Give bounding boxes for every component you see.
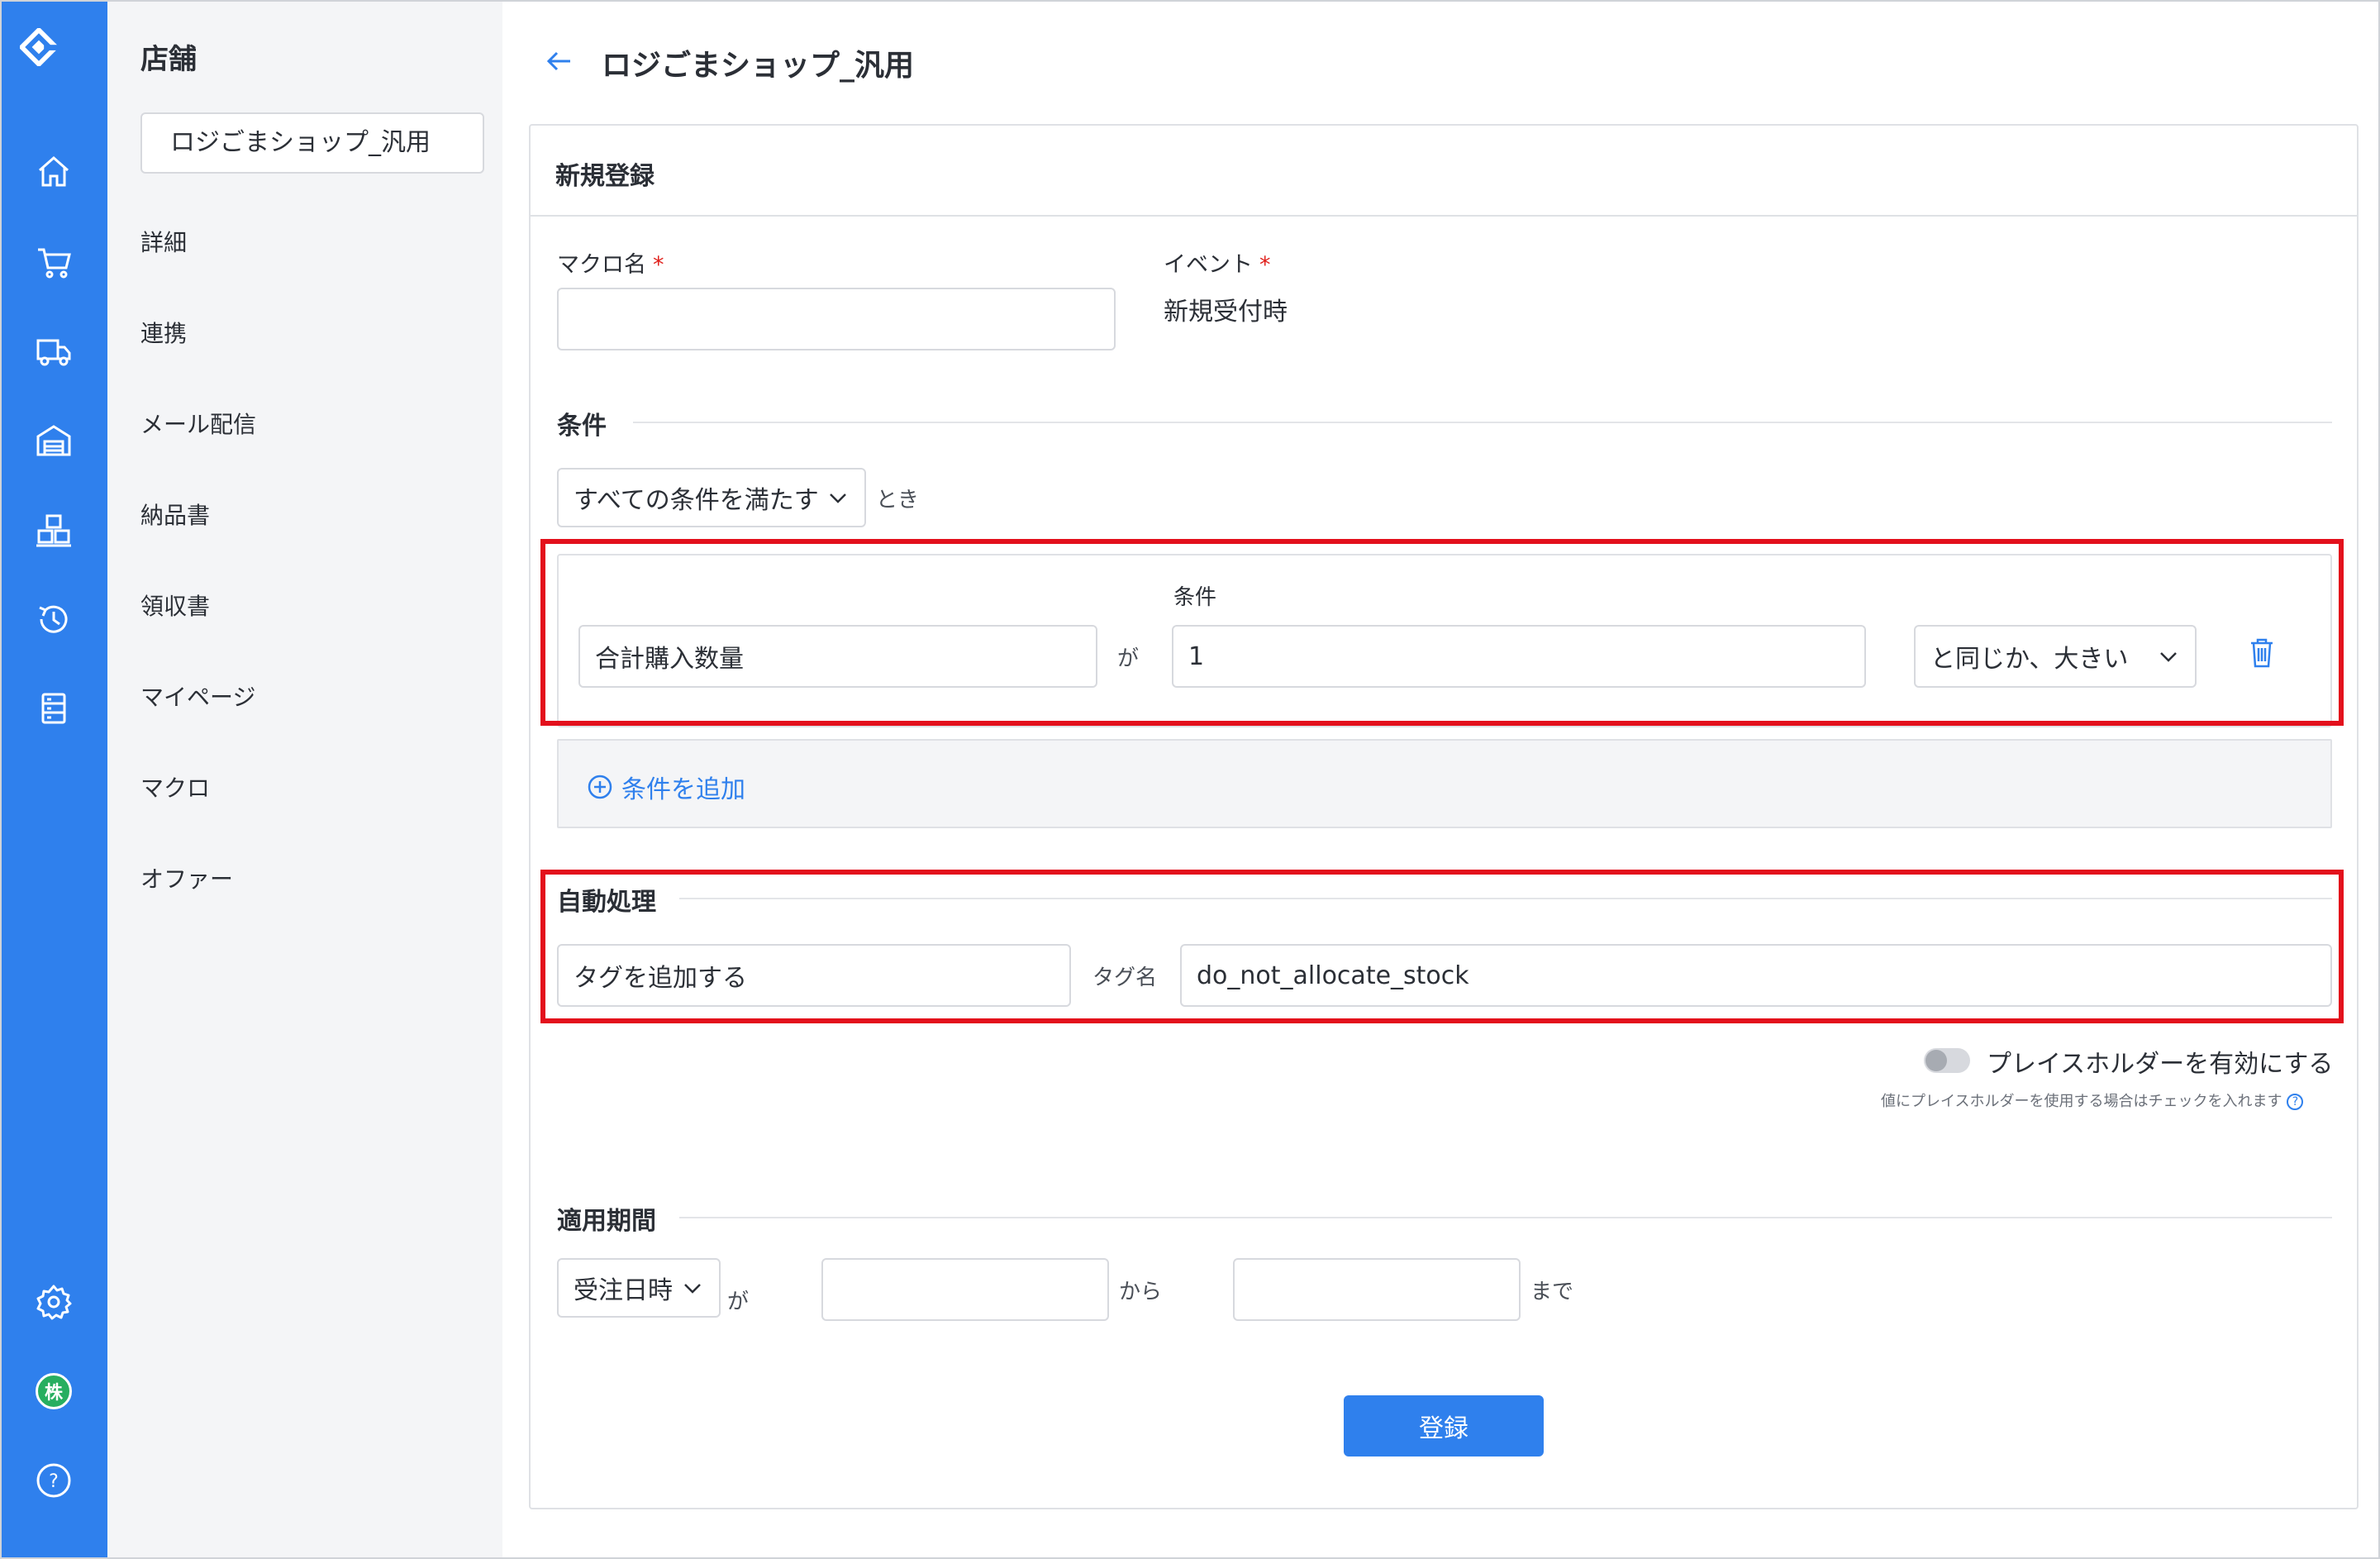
list-icon[interactable] <box>31 686 76 731</box>
svg-text:?: ? <box>49 1471 59 1492</box>
event-label: イベント * <box>1164 252 1271 278</box>
period-basis-select[interactable]: 受注日時 <box>557 1258 721 1318</box>
period-from-input[interactable] <box>821 1258 1109 1321</box>
sidebar-item-receipt[interactable]: 領収書 <box>140 589 210 622</box>
sidebar-item-details[interactable]: 詳細 <box>140 225 187 258</box>
sidebar-item-mypage[interactable]: マイページ <box>140 679 255 713</box>
sidebar-item-delivery-note[interactable]: 納品書 <box>140 498 210 531</box>
event-value: 新規受付時 <box>1164 298 1288 327</box>
divider <box>633 422 2332 423</box>
store-selector[interactable]: ロジごまショップ_汎用 <box>140 112 484 174</box>
plus-circle-icon <box>588 775 612 799</box>
submit-button[interactable]: 登録 <box>1344 1395 1544 1456</box>
truck-icon[interactable] <box>31 329 76 374</box>
toggle-knob <box>1925 1050 1947 1071</box>
required-mark: * <box>1259 252 1271 278</box>
logo-icon[interactable] <box>18 26 88 96</box>
condition-match-select[interactable]: すべての条件を満たす <box>557 468 866 527</box>
page-title: ロジごまショップ_汎用 <box>602 49 915 83</box>
chevron-down-icon <box>684 1284 701 1294</box>
placeholder-hint: 値にプレイスホルダーを使用する場合はチェックを入れます? <box>1881 1089 2304 1111</box>
help-icon[interactable]: ? <box>2287 1094 2304 1110</box>
period-to-suffix: まで <box>1530 1280 1574 1304</box>
period-section-title: 適用期間 <box>557 1207 656 1236</box>
back-arrow-icon[interactable] <box>542 46 575 76</box>
macro-form-card: 新規登録 マクロ名 * イベント * 新規受付時 条件 すべての条件を満たす とき … <box>529 124 2359 1509</box>
sidebar-item-integration[interactable]: 連携 <box>140 316 187 349</box>
divider <box>679 1217 2332 1218</box>
company-badge[interactable]: 株 <box>31 1369 76 1414</box>
card-header: 新規登録 <box>531 126 2357 217</box>
macro-name-label: マクロ名 * <box>557 252 664 278</box>
add-condition-area: 条件を追加 <box>557 739 2332 828</box>
highlight-frame-auto <box>540 870 2344 1023</box>
cart-icon[interactable] <box>31 240 76 284</box>
history-icon[interactable] <box>31 597 76 641</box>
placeholder-toggle[interactable] <box>1924 1048 1970 1073</box>
highlight-frame-conditions <box>540 539 2344 726</box>
sidebar-item-macro[interactable]: マクロ <box>140 770 210 803</box>
period-from-suffix: から <box>1119 1280 1163 1304</box>
required-mark: * <box>653 252 664 278</box>
period-to-input[interactable] <box>1233 1258 1521 1321</box>
conditions-section-title: 条件 <box>557 412 607 441</box>
placeholder-toggle-label: プレイスホルダーを有効にする <box>1987 1050 2334 1079</box>
home-icon[interactable] <box>31 149 76 193</box>
sidebar-item-offer[interactable]: オファー <box>140 861 233 894</box>
store-sidebar: 店舗 ロジごまショップ_汎用 詳細 連携 メール配信 納品書 領収書 マイページ… <box>107 0 502 1559</box>
gear-icon[interactable] <box>31 1280 76 1324</box>
boxes-icon[interactable] <box>31 508 76 552</box>
app-rail: 株 ? <box>0 0 107 1559</box>
macro-name-input[interactable] <box>557 288 1116 350</box>
card-header-title: 新規登録 <box>555 162 654 191</box>
help-icon[interactable]: ? <box>31 1458 76 1503</box>
add-condition-button[interactable]: 条件を追加 <box>587 769 745 805</box>
chevron-down-icon <box>830 493 846 503</box>
sidebar-item-mail[interactable]: メール配信 <box>140 407 256 440</box>
period-particle: が <box>727 1290 750 1314</box>
condition-match-suffix: とき <box>876 488 920 513</box>
sidebar-title: 店舗 <box>140 43 197 76</box>
warehouse-icon[interactable] <box>31 418 76 463</box>
